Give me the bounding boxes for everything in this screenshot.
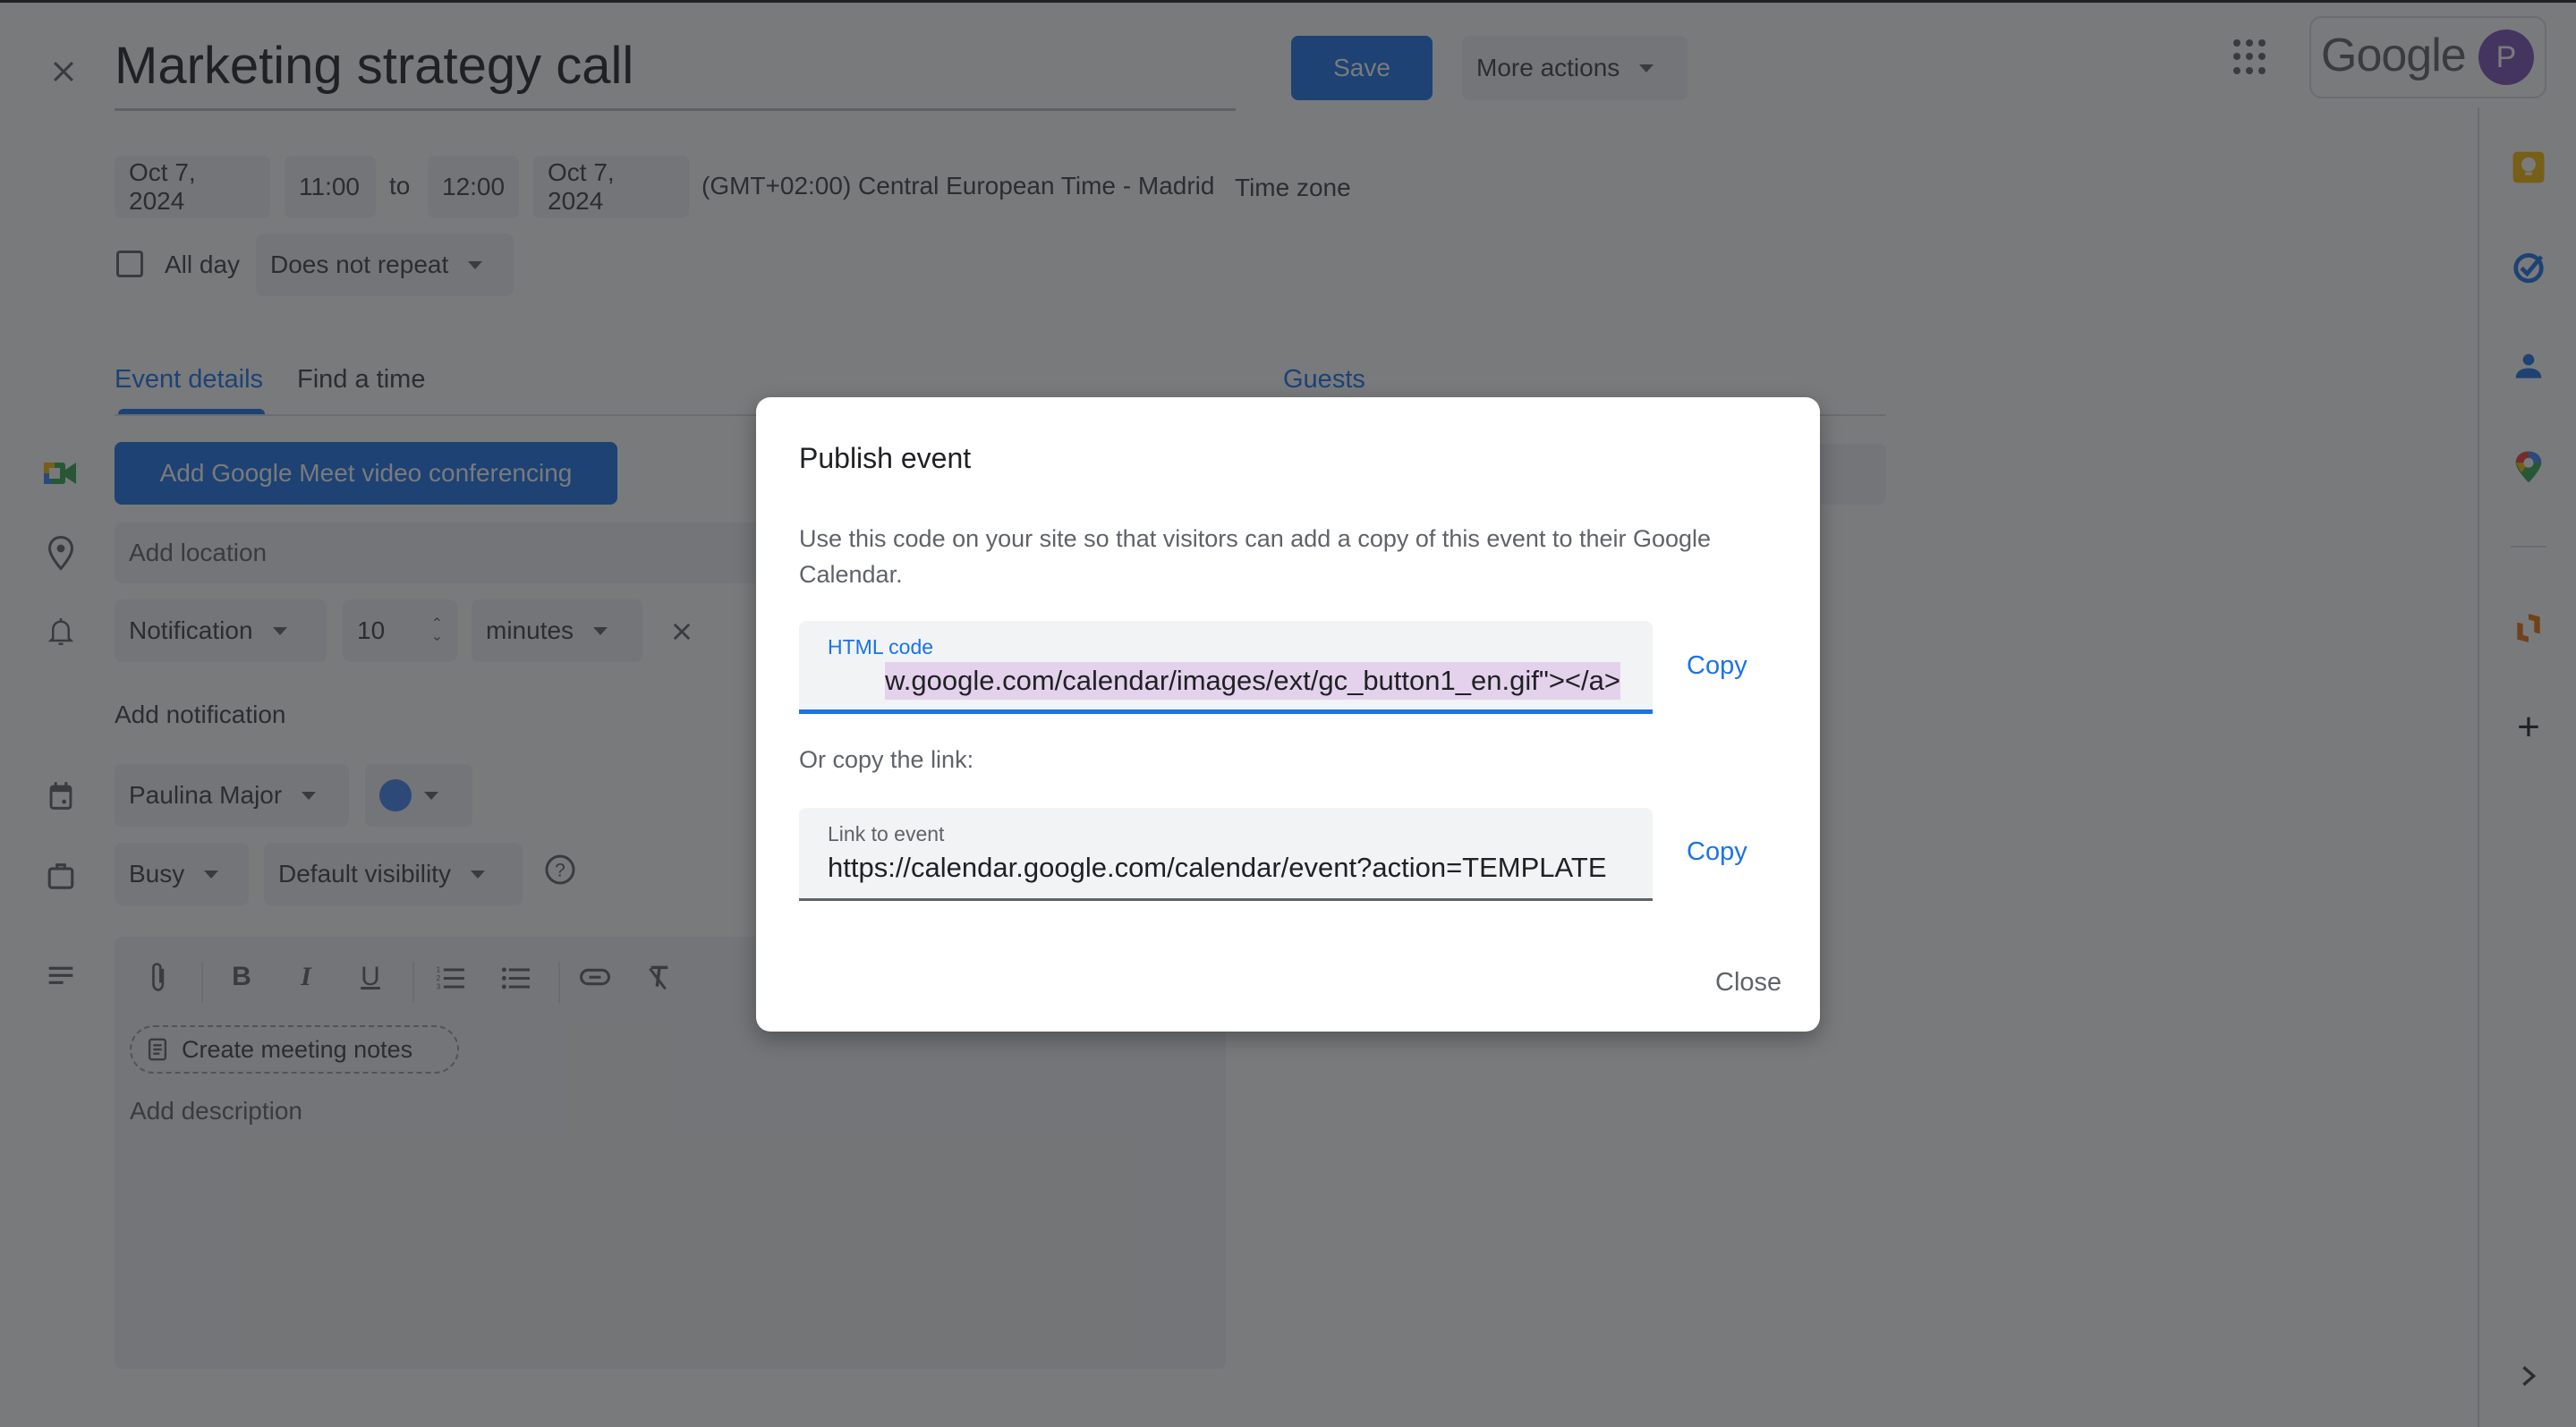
dialog-description: Use this code on your site so that visit…	[799, 525, 1712, 588]
dialog-title: Publish event	[799, 442, 972, 474]
link-to-event-value[interactable]: https://calendar.google.com/calendar/eve…	[828, 849, 1620, 887]
html-code-text: w.google.com/calendar/images/ext/gc_butt…	[885, 662, 1620, 700]
event-editor-page: Marketing strategy call Save More action…	[0, 0, 2576, 1427]
link-to-event-field[interactable]: Link to event https://calendar.google.co…	[799, 808, 1653, 901]
link-to-event-label: Link to event	[828, 822, 945, 845]
html-code-label: HTML code	[828, 635, 934, 658]
copy-link-button[interactable]: Copy	[1687, 837, 1747, 867]
close-dialog-button[interactable]: Close	[1715, 968, 1781, 998]
html-code-value[interactable]: w.google.com/calendar/images/ext/gc_butt…	[828, 662, 1620, 700]
copy-html-code-button[interactable]: Copy	[1687, 651, 1747, 681]
or-copy-link-label: Or copy the link:	[799, 746, 974, 773]
publish-event-dialog: Publish event Use this code on your site…	[756, 397, 1820, 1032]
html-code-field[interactable]: HTML code w.google.com/calendar/images/e…	[799, 621, 1653, 714]
